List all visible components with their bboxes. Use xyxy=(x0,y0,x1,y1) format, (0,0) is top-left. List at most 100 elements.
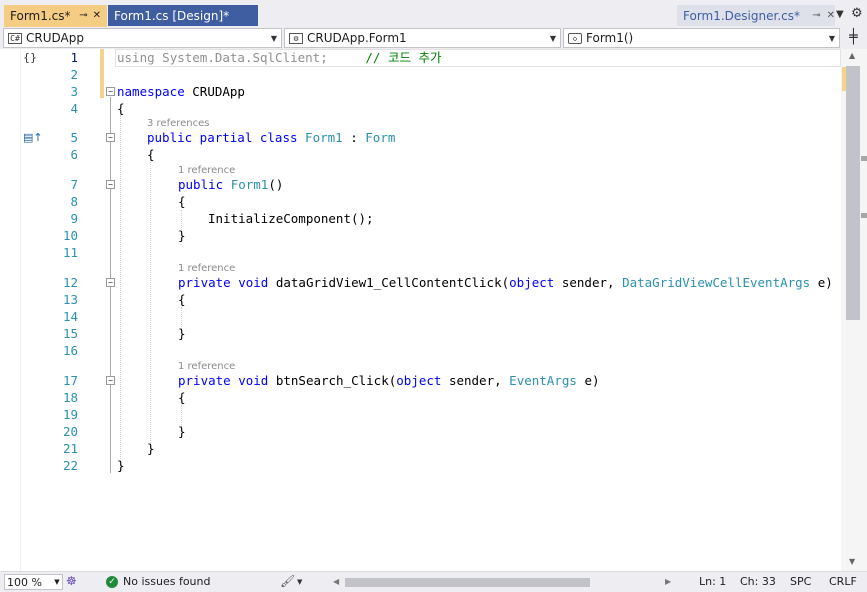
keyword: object xyxy=(396,373,442,388)
line-number: 19 xyxy=(62,407,78,422)
close-icon[interactable]: ✕ xyxy=(827,10,835,21)
scroll-left-icon[interactable]: ◀ xyxy=(333,577,339,586)
keyword: private void xyxy=(178,275,269,290)
collapse-icon[interactable]: − xyxy=(106,376,115,385)
code-text: { xyxy=(147,147,155,162)
code-text: public Form1() xyxy=(178,176,283,193)
scroll-up-icon[interactable]: ▲ xyxy=(849,51,855,60)
code-comment: // 코드 추가 xyxy=(365,50,442,65)
namespace-name: System.Data.SqlClient; xyxy=(162,50,328,65)
class-dropdown[interactable]: ⚙ CRUDApp.Form1 ▼ xyxy=(284,28,561,48)
scroll-marker xyxy=(861,213,867,218)
code-line: 22 } xyxy=(0,457,841,474)
code-line: 8 { xyxy=(0,193,841,210)
line-ending-indicator[interactable]: CRLF xyxy=(829,575,857,588)
line-number: 17 xyxy=(62,373,78,388)
vertical-scrollbar[interactable]: ▲ ▼ xyxy=(841,49,867,571)
member-dropdown[interactable]: ◇ Form1() ▼ xyxy=(563,28,840,48)
code-line: 16 xyxy=(0,342,841,359)
issues-status[interactable]: No issues found xyxy=(123,575,210,588)
chevron-down-icon[interactable]: ▼ xyxy=(297,578,302,586)
code-line: 6 { xyxy=(0,146,841,163)
code-line: 14 xyxy=(0,308,841,325)
member-dropdown-value: Form1() xyxy=(586,31,634,45)
class-dropdown-value: CRUDApp.Form1 xyxy=(307,31,407,45)
intellicode-icon[interactable]: ☸ xyxy=(66,574,77,588)
collapse-icon[interactable]: − xyxy=(106,87,115,96)
zoom-dropdown[interactable]: 100 % ▼ xyxy=(4,574,63,590)
code-line: 18 { xyxy=(0,389,841,406)
braces-quick-action-icon[interactable]: {} xyxy=(23,49,37,66)
scroll-marker xyxy=(861,156,867,161)
collapse-icon[interactable]: − xyxy=(106,133,115,142)
code-line: 15 } xyxy=(0,325,841,342)
parens: () xyxy=(268,177,284,192)
gear-icon[interactable]: ⚙ xyxy=(851,6,863,21)
line-number: 7 xyxy=(70,177,78,192)
code-text: using System.Data.SqlClient; // 코드 추가 xyxy=(117,49,442,66)
chevron-down-icon: ▼ xyxy=(828,33,836,43)
whitespace-indicator[interactable]: SPC xyxy=(790,575,811,588)
horizontal-scroll-thumb[interactable] xyxy=(345,578,590,587)
line-number: 4 xyxy=(70,101,78,116)
editor-status-bar: 100 % ▼ ☸ ✓ No issues found 🖌 ▼ ◀ ▶ Ln: … xyxy=(0,571,867,592)
csharp-project-icon: C# xyxy=(8,32,22,44)
line-number: 2 xyxy=(70,67,78,82)
code-cleanup-icon[interactable]: 🖌 xyxy=(280,574,295,588)
line-number: 1 xyxy=(70,50,78,65)
line-number: 16 xyxy=(62,343,78,358)
line-number: 13 xyxy=(62,292,78,307)
document-tab-strip: Form1.cs* ⊸ ✕ Form1.cs [Design]* Form1.D… xyxy=(0,0,867,28)
collapse-icon[interactable]: − xyxy=(106,180,115,189)
code-line: 11 xyxy=(0,244,841,261)
code-text: } xyxy=(117,458,125,473)
class-icon: ⚙ xyxy=(289,32,303,44)
code-text: InitializeComponent(); xyxy=(208,211,374,226)
column-indicator[interactable]: Ch: 33 xyxy=(740,575,776,588)
vertical-scroll-thumb[interactable] xyxy=(846,66,860,320)
scroll-right-icon[interactable]: ▶ xyxy=(665,577,671,586)
code-text: private void btnSearch_Click(object send… xyxy=(178,373,600,388)
split-window-icon[interactable]: ╪ xyxy=(843,29,864,48)
line-number: 8 xyxy=(70,194,78,209)
code-editor[interactable]: {} 1 using System.Data.SqlClient; // 코드 … xyxy=(0,49,841,571)
pin-icon[interactable]: ⊸ xyxy=(812,10,820,21)
line-number: 14 xyxy=(62,309,78,324)
tab-list-dropdown-icon[interactable]: ▼ xyxy=(836,9,844,20)
chevron-down-icon: ▼ xyxy=(54,578,60,586)
param-name: sender xyxy=(448,373,495,388)
code-line: 4 { xyxy=(0,100,841,117)
line-number: 18 xyxy=(62,390,78,405)
code-text: } xyxy=(178,228,186,243)
type-name: Form1 xyxy=(230,177,269,192)
check-icon[interactable]: ✓ xyxy=(106,576,118,588)
tab-label: Form1.cs* xyxy=(10,8,71,23)
keyword-using: using xyxy=(117,50,155,65)
close-icon[interactable]: ✕ xyxy=(93,10,101,21)
zoom-value: 100 % xyxy=(7,575,42,589)
line-indicator[interactable]: Ln: 1 xyxy=(699,575,726,588)
tab-form1-cs[interactable]: Form1.cs* ⊸ ✕ xyxy=(4,5,107,26)
code-line: 19 xyxy=(0,406,841,423)
code-text: } xyxy=(178,326,186,341)
scroll-down-icon[interactable]: ▼ xyxy=(849,557,855,566)
code-line: 21 } xyxy=(0,440,841,457)
line-number: 3 xyxy=(70,84,78,99)
tab-form1-design[interactable]: Form1.cs [Design]* xyxy=(108,5,258,26)
code-line: 10 } xyxy=(0,227,841,244)
code-line: 12 − private void dataGridView1_CellCont… xyxy=(0,274,841,291)
separator: : xyxy=(342,130,366,145)
code-line: 17 − private void btnSearch_Click(object… xyxy=(0,372,841,389)
project-dropdown[interactable]: C# CRUDApp ▼ xyxy=(3,28,282,48)
line-number: 22 xyxy=(62,458,78,473)
type-name: DataGridViewCellEventArgs xyxy=(622,275,811,290)
pin-icon[interactable]: ⊸ xyxy=(79,10,87,21)
code-text: } xyxy=(147,441,155,456)
code-line: 9 InitializeComponent(); xyxy=(0,210,841,227)
param-name: e) xyxy=(584,373,600,388)
code-text: } xyxy=(178,424,186,439)
base-type: Form xyxy=(365,130,396,145)
tab-form1-designer-cs[interactable]: Form1.Designer.cs* ⊸ ✕ xyxy=(677,5,835,26)
collapse-icon[interactable]: − xyxy=(106,278,115,287)
line-number: 12 xyxy=(62,275,78,290)
